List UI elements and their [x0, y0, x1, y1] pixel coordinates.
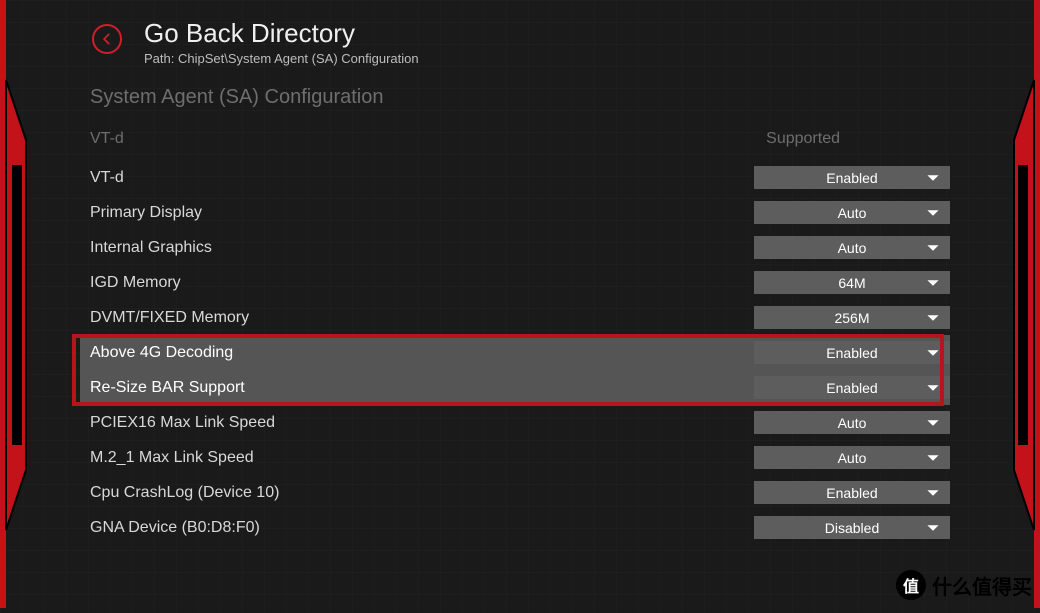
- frame-accent-right: [1010, 0, 1040, 608]
- setting-select[interactable]: Auto: [754, 446, 950, 469]
- setting-row[interactable]: Cpu CrashLog (Device 10) Enabled: [80, 475, 950, 510]
- setting-value: Enabled: [826, 380, 877, 396]
- setting-value: Auto: [838, 205, 867, 221]
- setting-value: Auto: [838, 450, 867, 466]
- setting-value: Auto: [838, 240, 867, 256]
- setting-select[interactable]: Disabled: [754, 516, 950, 539]
- setting-row[interactable]: Above 4G Decoding Enabled: [80, 335, 950, 370]
- chevron-down-icon: [926, 208, 940, 218]
- setting-label: M.2_1 Max Link Speed: [90, 449, 754, 467]
- setting-label: Re-Size BAR Support: [90, 379, 754, 397]
- chevron-down-icon: [926, 173, 940, 183]
- setting-select[interactable]: Enabled: [754, 376, 950, 399]
- settings-list: VT-dEnabledPrimary DisplayAutoInternal G…: [80, 160, 950, 545]
- frame-accent-left: [0, 0, 30, 608]
- chevron-down-icon: [926, 488, 940, 498]
- setting-row[interactable]: VT-d Enabled: [80, 160, 950, 195]
- setting-value: 64M: [838, 275, 865, 291]
- setting-label: PCIEX16 Max Link Speed: [90, 414, 754, 432]
- chevron-down-icon: [926, 243, 940, 253]
- status-label: VT-d: [90, 130, 124, 148]
- setting-label: Internal Graphics: [90, 239, 754, 257]
- breadcrumb: Path: ChipSet\System Agent (SA) Configur…: [144, 51, 419, 66]
- setting-row[interactable]: GNA Device (B0:D8:F0) Disabled: [80, 510, 950, 545]
- setting-value: Disabled: [825, 520, 879, 536]
- setting-value: 256M: [834, 310, 869, 326]
- setting-row[interactable]: Internal Graphics Auto: [80, 230, 950, 265]
- status-value: Supported: [766, 130, 950, 148]
- setting-label: GNA Device (B0:D8:F0): [90, 519, 754, 537]
- setting-label: Above 4G Decoding: [90, 344, 754, 362]
- watermark-badge: 值: [896, 570, 926, 600]
- setting-label: IGD Memory: [90, 274, 754, 292]
- setting-label: VT-d: [90, 169, 754, 187]
- setting-value: Enabled: [826, 345, 877, 361]
- section-title: System Agent (SA) Configuration: [90, 86, 383, 109]
- setting-label: Cpu CrashLog (Device 10): [90, 484, 754, 502]
- setting-row[interactable]: IGD Memory 64M: [80, 265, 950, 300]
- chevron-down-icon: [926, 523, 940, 533]
- back-button[interactable]: [92, 24, 122, 54]
- setting-row[interactable]: PCIEX16 Max Link Speed Auto: [80, 405, 950, 440]
- setting-value: Enabled: [826, 485, 877, 501]
- setting-row[interactable]: Primary Display Auto: [80, 195, 950, 230]
- setting-value: Auto: [838, 415, 867, 431]
- chevron-down-icon: [926, 313, 940, 323]
- setting-select[interactable]: 256M: [754, 306, 950, 329]
- setting-row[interactable]: DVMT/FIXED Memory 256M: [80, 300, 950, 335]
- setting-select[interactable]: Auto: [754, 236, 950, 259]
- chevron-down-icon: [926, 348, 940, 358]
- status-row: VT-d Supported: [90, 130, 950, 148]
- chevron-down-icon: [926, 418, 940, 428]
- setting-row[interactable]: M.2_1 Max Link Speed Auto: [80, 440, 950, 475]
- setting-select[interactable]: Enabled: [754, 341, 950, 364]
- watermark-text: 什么值得买: [932, 571, 1032, 600]
- setting-select[interactable]: Auto: [754, 201, 950, 224]
- setting-select[interactable]: 64M: [754, 271, 950, 294]
- chevron-down-icon: [926, 278, 940, 288]
- setting-label: Primary Display: [90, 204, 754, 222]
- header: Go Back Directory Path: ChipSet\System A…: [92, 18, 419, 66]
- setting-select[interactable]: Enabled: [754, 481, 950, 504]
- setting-label: DVMT/FIXED Memory: [90, 309, 754, 327]
- setting-value: Enabled: [826, 170, 877, 186]
- chevron-left-icon: [100, 32, 114, 46]
- watermark: 值 什么值得买: [896, 570, 1032, 600]
- setting-row[interactable]: Re-Size BAR Support Enabled: [80, 370, 950, 405]
- chevron-down-icon: [926, 383, 940, 393]
- page-title: Go Back Directory: [144, 18, 419, 49]
- setting-select[interactable]: Auto: [754, 411, 950, 434]
- setting-select[interactable]: Enabled: [754, 166, 950, 189]
- chevron-down-icon: [926, 453, 940, 463]
